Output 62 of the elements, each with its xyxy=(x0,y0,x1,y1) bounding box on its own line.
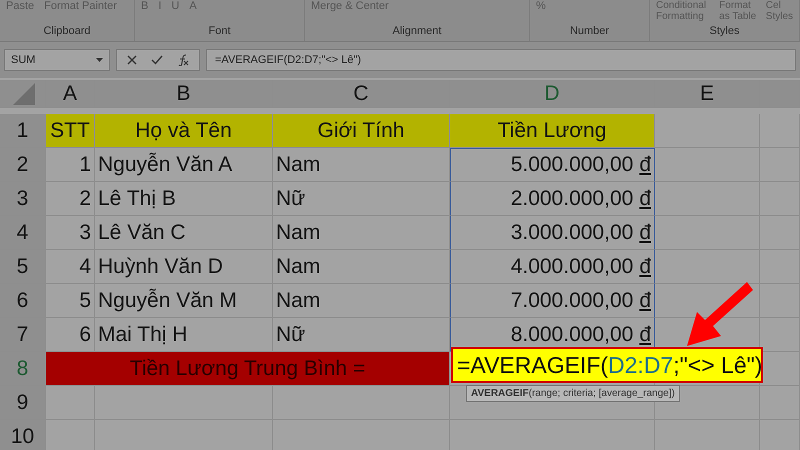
table-cell: Lê Thị B xyxy=(95,182,273,216)
table-cell: 4 xyxy=(46,250,95,284)
column-header[interactable]: E xyxy=(655,80,760,108)
column-header[interactable]: A xyxy=(46,80,95,108)
row-header[interactable]: 2 xyxy=(0,148,46,182)
table-cell: Nam xyxy=(273,148,450,182)
table-cell: 3 xyxy=(46,216,95,250)
row-header[interactable]: 9 xyxy=(0,386,46,420)
table-cell: Nguyễn Văn A xyxy=(95,148,273,182)
column-header[interactable]: C xyxy=(273,80,450,108)
row-header[interactable]: 6 xyxy=(0,284,46,318)
table-cell-text: 4.000.000,00 xyxy=(510,254,634,280)
table-cell: STT xyxy=(46,114,95,148)
table-cell: Tiền Lương xyxy=(450,114,655,148)
table-cell: Nam xyxy=(273,250,450,284)
row-header[interactable]: 1 xyxy=(0,114,46,148)
name-box-value: SUM xyxy=(11,52,36,68)
table-cell-text: 5.000.000,00 xyxy=(510,152,634,178)
dropdown-caret-icon[interactable] xyxy=(96,58,103,62)
ribbon-group-label: Font xyxy=(207,24,232,38)
table-cell-text: 8.000.000,00 xyxy=(510,322,634,348)
currency-symbol: đ xyxy=(639,152,651,178)
cancel-icon[interactable] xyxy=(127,55,137,65)
currency-symbol: đ xyxy=(639,254,651,280)
currency-symbol: đ xyxy=(639,186,651,212)
currency-symbol: đ xyxy=(639,288,651,314)
table-cell: Nam xyxy=(273,284,450,318)
table-cell: Họ và Tên xyxy=(95,114,273,148)
table-cell-text: 7.000.000,00 xyxy=(510,288,634,314)
table-cell: Nữ xyxy=(273,182,450,216)
table-cell: Giới Tính xyxy=(273,114,450,148)
formula-text: =AVERAGEIF(D2:D7;"<> Lê") xyxy=(215,52,362,68)
row-header[interactable]: 10 xyxy=(0,420,46,450)
row-header[interactable]: 5 xyxy=(0,250,46,284)
row-header[interactable]: 3 xyxy=(0,182,46,216)
name-box[interactable]: SUM xyxy=(4,49,110,71)
cell-editor[interactable]: =AVERAGEIF(D2:D7;"<> Lê") xyxy=(451,347,763,383)
table-cell: Nguyễn Văn M xyxy=(95,284,273,318)
ribbon-group-label: Number xyxy=(568,24,610,38)
function-tooltip: AVERAGEIF(range; criteria; [average_range]) xyxy=(466,385,680,402)
formula-input[interactable]: =AVERAGEIF(D2:D7;"<> Lê") xyxy=(206,49,796,71)
function-icon[interactable] xyxy=(177,54,189,66)
table-cell: 1 xyxy=(46,148,95,182)
annotation-arrow xyxy=(685,280,755,348)
table-cell: 5 xyxy=(46,284,95,318)
column-header[interactable]: B xyxy=(95,80,273,108)
row-header[interactable]: 7 xyxy=(0,318,46,352)
table-cell: Nam xyxy=(273,216,450,250)
currency-symbol: đ xyxy=(639,322,651,348)
ribbon-group-label: Alignment xyxy=(392,24,442,38)
ribbon-group-label: Styles xyxy=(708,24,740,38)
check-icon[interactable] xyxy=(151,55,163,65)
table-cell: 2 xyxy=(46,182,95,216)
ribbon-group-label: Clipboard xyxy=(42,24,92,38)
row-header[interactable]: 4 xyxy=(0,216,46,250)
table-cell: Huỳnh Văn D xyxy=(95,250,273,284)
table-cell-text: 2.000.000,00 xyxy=(510,186,634,212)
table-cell: Lê Văn C xyxy=(95,216,273,250)
table-cell-text: 3.000.000,00 xyxy=(510,220,634,246)
table-cell-text: Tiền Lương Trung Bình = xyxy=(130,356,366,382)
formula-text: =AVERAGEIF(D2:D7;"<> Lê") xyxy=(457,350,762,380)
currency-symbol: đ xyxy=(639,220,651,246)
